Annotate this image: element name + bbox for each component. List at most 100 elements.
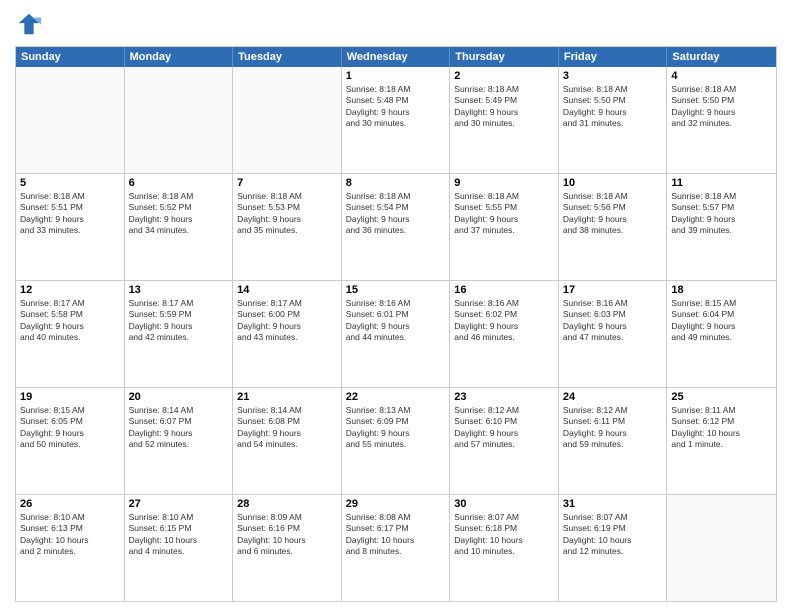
day-info: Sunrise: 8:18 AM Sunset: 5:53 PM Dayligh… bbox=[237, 191, 337, 237]
day-info: Sunrise: 8:12 AM Sunset: 6:11 PM Dayligh… bbox=[563, 405, 663, 451]
weekday-header-tuesday: Tuesday bbox=[233, 47, 342, 67]
day-info: Sunrise: 8:17 AM Sunset: 5:59 PM Dayligh… bbox=[129, 298, 229, 344]
day-number: 7 bbox=[237, 177, 337, 189]
day-number: 15 bbox=[346, 284, 446, 296]
day-number: 21 bbox=[237, 391, 337, 403]
day-cell-6: 6 Sunrise: 8:18 AM Sunset: 5:52 PM Daylig… bbox=[125, 174, 234, 280]
day-info: Sunrise: 8:18 AM Sunset: 5:56 PM Dayligh… bbox=[563, 191, 663, 237]
day-number: 31 bbox=[563, 498, 663, 510]
day-cell-18: 18 Sunrise: 8:15 AM Sunset: 6:04 PM Dayli… bbox=[667, 281, 776, 387]
calendar-header: SundayMondayTuesdayWednesdayThursdayFrid… bbox=[16, 47, 776, 67]
day-number: 20 bbox=[129, 391, 229, 403]
day-number: 3 bbox=[563, 70, 663, 82]
day-info: Sunrise: 8:18 AM Sunset: 5:55 PM Dayligh… bbox=[454, 191, 554, 237]
day-number: 1 bbox=[346, 70, 446, 82]
weekday-header-thursday: Thursday bbox=[450, 47, 559, 67]
day-cell-9: 9Sunrise: 8:18 AM Sunset: 5:55 PM Daylig… bbox=[450, 174, 559, 280]
day-cell-11: 11 Sunrise: 8:18 AM Sunset: 5:57 PM Dayli… bbox=[667, 174, 776, 280]
day-cell-2: 2 Sunrise: 8:18 AM Sunset: 5:49 PM Daylig… bbox=[450, 67, 559, 173]
day-number: 25 bbox=[671, 391, 772, 403]
day-number: 16 bbox=[454, 284, 554, 296]
calendar: SundayMondayTuesdayWednesdayThursdayFrid… bbox=[15, 46, 777, 602]
day-cell-12: 12 Sunrise: 8:17 AM Sunset: 5:58 PM Dayli… bbox=[16, 281, 125, 387]
day-number: 6 bbox=[129, 177, 229, 189]
logo-icon bbox=[15, 10, 43, 38]
day-number: 28 bbox=[237, 498, 337, 510]
day-cell-7: 7 Sunrise: 8:18 AM Sunset: 5:53 PM Daylig… bbox=[233, 174, 342, 280]
calendar-row-1: 5Sunrise: 8:18 AM Sunset: 5:51 PM Daylig… bbox=[16, 173, 776, 280]
calendar-row-0: 1 Sunrise: 8:18 AM Sunset: 5:48 PM Daylig… bbox=[16, 67, 776, 173]
day-info: Sunrise: 8:17 AM Sunset: 6:00 PM Dayligh… bbox=[237, 298, 337, 344]
day-cell-30: 30 Sunrise: 8:07 AM Sunset: 6:18 PM Dayli… bbox=[450, 495, 559, 601]
day-cell-5: 5Sunrise: 8:18 AM Sunset: 5:51 PM Daylig… bbox=[16, 174, 125, 280]
page: SundayMondayTuesdayWednesdayThursdayFrid… bbox=[0, 0, 792, 612]
day-number: 30 bbox=[454, 498, 554, 510]
day-info: Sunrise: 8:15 AM Sunset: 6:05 PM Dayligh… bbox=[20, 405, 120, 451]
logo bbox=[15, 10, 47, 38]
day-info: Sunrise: 8:10 AM Sunset: 6:13 PM Dayligh… bbox=[20, 512, 120, 558]
day-number: 12 bbox=[20, 284, 120, 296]
day-cell-26: 26 Sunrise: 8:10 AM Sunset: 6:13 PM Dayli… bbox=[16, 495, 125, 601]
weekday-header-sunday: Sunday bbox=[16, 47, 125, 67]
day-number: 22 bbox=[346, 391, 446, 403]
day-cell-29: 29Sunrise: 8:08 AM Sunset: 6:17 PM Dayli… bbox=[342, 495, 451, 601]
day-number: 26 bbox=[20, 498, 120, 510]
day-info: Sunrise: 8:16 AM Sunset: 6:02 PM Dayligh… bbox=[454, 298, 554, 344]
day-number: 24 bbox=[563, 391, 663, 403]
day-info: Sunrise: 8:18 AM Sunset: 5:57 PM Dayligh… bbox=[671, 191, 772, 237]
day-cell-23: 23 Sunrise: 8:12 AM Sunset: 6:10 PM Dayli… bbox=[450, 388, 559, 494]
day-info: Sunrise: 8:10 AM Sunset: 6:15 PM Dayligh… bbox=[129, 512, 229, 558]
day-info: Sunrise: 8:13 AM Sunset: 6:09 PM Dayligh… bbox=[346, 405, 446, 451]
day-cell-22: 22 Sunrise: 8:13 AM Sunset: 6:09 PM Dayli… bbox=[342, 388, 451, 494]
empty-cell-0-1 bbox=[125, 67, 234, 173]
weekday-header-monday: Monday bbox=[125, 47, 234, 67]
day-info: Sunrise: 8:18 AM Sunset: 5:52 PM Dayligh… bbox=[129, 191, 229, 237]
empty-cell-0-2 bbox=[233, 67, 342, 173]
day-number: 2 bbox=[454, 70, 554, 82]
day-cell-20: 20 Sunrise: 8:14 AM Sunset: 6:07 PM Dayli… bbox=[125, 388, 234, 494]
empty-cell-4-6 bbox=[667, 495, 776, 601]
day-cell-19: 19 Sunrise: 8:15 AM Sunset: 6:05 PM Dayli… bbox=[16, 388, 125, 494]
day-cell-14: 14 Sunrise: 8:17 AM Sunset: 6:00 PM Dayli… bbox=[233, 281, 342, 387]
day-info: Sunrise: 8:14 AM Sunset: 6:08 PM Dayligh… bbox=[237, 405, 337, 451]
calendar-body: 1 Sunrise: 8:18 AM Sunset: 5:48 PM Daylig… bbox=[16, 67, 776, 601]
day-info: Sunrise: 8:07 AM Sunset: 6:19 PM Dayligh… bbox=[563, 512, 663, 558]
day-number: 11 bbox=[671, 177, 772, 189]
day-cell-16: 16 Sunrise: 8:16 AM Sunset: 6:02 PM Dayli… bbox=[450, 281, 559, 387]
day-info: Sunrise: 8:17 AM Sunset: 5:58 PM Dayligh… bbox=[20, 298, 120, 344]
day-info: Sunrise: 8:18 AM Sunset: 5:54 PM Dayligh… bbox=[346, 191, 446, 237]
day-number: 14 bbox=[237, 284, 337, 296]
day-info: Sunrise: 8:16 AM Sunset: 6:01 PM Dayligh… bbox=[346, 298, 446, 344]
day-number: 23 bbox=[454, 391, 554, 403]
day-info: Sunrise: 8:15 AM Sunset: 6:04 PM Dayligh… bbox=[671, 298, 772, 344]
day-info: Sunrise: 8:16 AM Sunset: 6:03 PM Dayligh… bbox=[563, 298, 663, 344]
day-cell-17: 17 Sunrise: 8:16 AM Sunset: 6:03 PM Dayli… bbox=[559, 281, 668, 387]
day-cell-13: 13 Sunrise: 8:17 AM Sunset: 5:59 PM Dayli… bbox=[125, 281, 234, 387]
day-number: 10 bbox=[563, 177, 663, 189]
day-info: Sunrise: 8:12 AM Sunset: 6:10 PM Dayligh… bbox=[454, 405, 554, 451]
weekday-header-saturday: Saturday bbox=[667, 47, 776, 67]
day-cell-27: 27 Sunrise: 8:10 AM Sunset: 6:15 PM Dayli… bbox=[125, 495, 234, 601]
day-cell-10: 10 Sunrise: 8:18 AM Sunset: 5:56 PM Dayli… bbox=[559, 174, 668, 280]
day-info: Sunrise: 8:11 AM Sunset: 6:12 PM Dayligh… bbox=[671, 405, 772, 451]
day-number: 13 bbox=[129, 284, 229, 296]
day-info: Sunrise: 8:08 AM Sunset: 6:17 PM Dayligh… bbox=[346, 512, 446, 558]
day-number: 4 bbox=[671, 70, 772, 82]
day-cell-28: 28 Sunrise: 8:09 AM Sunset: 6:16 PM Dayli… bbox=[233, 495, 342, 601]
day-info: Sunrise: 8:18 AM Sunset: 5:48 PM Dayligh… bbox=[346, 84, 446, 130]
weekday-header-friday: Friday bbox=[559, 47, 668, 67]
day-cell-1: 1 Sunrise: 8:18 AM Sunset: 5:48 PM Daylig… bbox=[342, 67, 451, 173]
day-number: 17 bbox=[563, 284, 663, 296]
empty-cell-0-0 bbox=[16, 67, 125, 173]
day-cell-15: 15 Sunrise: 8:16 AM Sunset: 6:01 PM Dayli… bbox=[342, 281, 451, 387]
day-cell-4: 4Sunrise: 8:18 AM Sunset: 5:50 PM Daylig… bbox=[667, 67, 776, 173]
day-cell-3: 3Sunrise: 8:18 AM Sunset: 5:50 PM Daylig… bbox=[559, 67, 668, 173]
day-number: 27 bbox=[129, 498, 229, 510]
day-info: Sunrise: 8:09 AM Sunset: 6:16 PM Dayligh… bbox=[237, 512, 337, 558]
day-number: 18 bbox=[671, 284, 772, 296]
day-info: Sunrise: 8:14 AM Sunset: 6:07 PM Dayligh… bbox=[129, 405, 229, 451]
day-info: Sunrise: 8:07 AM Sunset: 6:18 PM Dayligh… bbox=[454, 512, 554, 558]
day-info: Sunrise: 8:18 AM Sunset: 5:49 PM Dayligh… bbox=[454, 84, 554, 130]
day-cell-24: 24 Sunrise: 8:12 AM Sunset: 6:11 PM Dayli… bbox=[559, 388, 668, 494]
day-number: 19 bbox=[20, 391, 120, 403]
